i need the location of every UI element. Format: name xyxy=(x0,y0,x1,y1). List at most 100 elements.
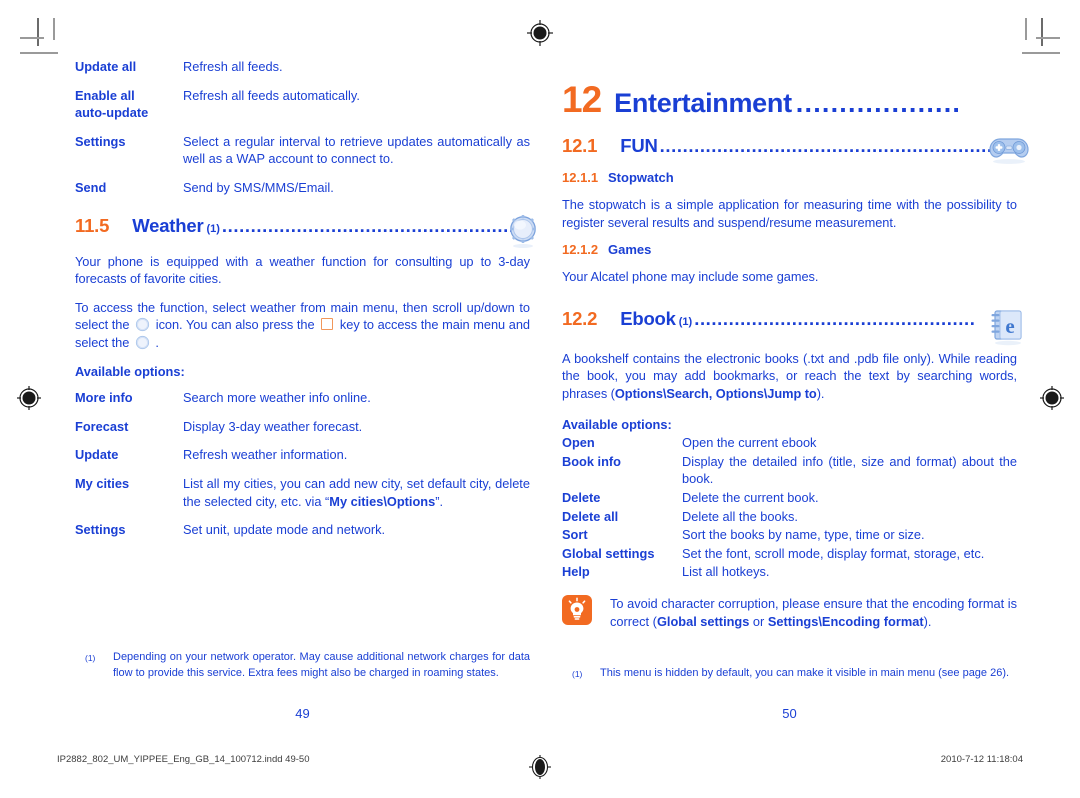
crop-mark-tr-v xyxy=(1041,18,1043,46)
tip-callout: To avoid character corruption, please en… xyxy=(562,594,1017,630)
registration-target-icon-bottom xyxy=(527,754,553,780)
tip-text-part2: ). xyxy=(923,613,932,629)
option-description: Select a regular interval to retrieve up… xyxy=(183,133,530,167)
option-term: Global settings xyxy=(562,545,655,561)
left-page: Update all Refresh all feeds. Enable all… xyxy=(75,58,536,726)
subsection-title: Games xyxy=(608,242,652,258)
ebook-text-part2: ). xyxy=(816,385,825,401)
footnote-right: (1) This menu is hidden by default, you … xyxy=(572,666,1017,683)
subsection-heading-stopwatch: 12.1.1 Stopwatch xyxy=(562,170,1017,185)
section-title: Weather xyxy=(132,214,204,236)
weather-access-paragraph: To access the function, select weather f… xyxy=(75,299,530,352)
chapter-dot-leader: ................... xyxy=(795,88,962,118)
option-description: Delete the current book. xyxy=(682,489,819,505)
option-row: Enable all auto-update Refresh all feeds … xyxy=(75,87,530,122)
ebook-icon: e xyxy=(985,308,1027,345)
weather-sun-icon-inline-1 xyxy=(135,317,150,332)
section-heading-fun: 12.1 FUN ...............................… xyxy=(562,135,1029,164)
production-timestamp: 2010-7-12 11:18:04 xyxy=(940,754,1023,765)
menu-key-icon xyxy=(321,318,334,331)
option-term: Settings xyxy=(75,133,126,149)
registration-target-icon-top xyxy=(527,20,553,46)
option-term: Delete all xyxy=(562,508,619,524)
option-row: Update Refresh weather information. xyxy=(75,446,530,464)
option-row: Sort Sort the books by name, type, time … xyxy=(562,526,1017,544)
option-term: Forecast xyxy=(75,418,129,434)
access-text-part4: . xyxy=(155,334,159,350)
crop-mark-tl-v xyxy=(37,18,39,46)
option-term: Update all xyxy=(75,59,137,74)
option-description: Set unit, update mode and network. xyxy=(183,522,386,538)
option-row: Forecast Display 3-day weather forecast. xyxy=(75,418,530,436)
option-description: Open the current ebook xyxy=(682,435,817,451)
option-row: Send Send by SMS/MMS/Email. xyxy=(75,179,530,197)
available-options-label-right: Available options: xyxy=(562,416,672,432)
option-description: Delete all the books. xyxy=(682,508,798,524)
subsection-heading-games: 12.1.2 Games xyxy=(562,242,1017,257)
section-number: 12.2 xyxy=(562,307,598,329)
footnote-left: (1) Depending on your network operator. … xyxy=(85,650,530,681)
option-description: Refresh weather information. xyxy=(183,447,348,463)
production-filename: IP2882_802_UM_YIPPEE_Eng_GB_14_100712.in… xyxy=(57,754,310,765)
registration-target-icon-left xyxy=(16,385,42,411)
registration-target-icon-right xyxy=(1039,385,1065,411)
option-row: Delete Delete the current book. xyxy=(562,489,1017,507)
option-row: Open Open the current ebook xyxy=(562,434,1017,452)
option-row: Global settings Set the font, scroll mod… xyxy=(562,545,1017,563)
option-description: Display 3-day weather forecast. xyxy=(183,418,363,434)
production-footer: IP2882_802_UM_YIPPEE_Eng_GB_14_100712.in… xyxy=(0,742,1080,798)
crop-mark-tl-h xyxy=(20,37,44,39)
weather-intro-paragraph: Your phone is equipped with a weather fu… xyxy=(75,253,530,287)
page-number-left: 49 xyxy=(295,706,310,721)
section-title: Ebook xyxy=(620,307,676,329)
option-description: Send by SMS/MMS/Email. xyxy=(183,179,334,195)
option-term: Help xyxy=(562,564,590,580)
crop-mark-tr-v2 xyxy=(1025,18,1027,40)
options-list-feeds: Update all Refresh all feeds. Enable all… xyxy=(75,58,530,197)
available-options-label-left: Available options: xyxy=(75,363,185,379)
option-description: Search more weather info online. xyxy=(183,390,371,406)
footnote-text: This menu is hidden by default, you can … xyxy=(600,667,1010,679)
subsection-number: 12.1.2 xyxy=(562,242,599,258)
crop-mark-tl-h2 xyxy=(20,52,58,54)
option-description: Refresh all feeds. xyxy=(183,59,283,74)
option-row: Update all Refresh all feeds. xyxy=(75,58,530,76)
option-row: My cities List all my cities, you can ad… xyxy=(75,475,530,510)
games-paragraph: Your Alcatel phone may include some game… xyxy=(562,269,819,285)
footnote-text: Depending on your network operator. May … xyxy=(113,651,530,679)
section-heading-weather: 11.5 Weather (1) .......................… xyxy=(75,214,536,248)
subsection-title: Stopwatch xyxy=(608,170,674,185)
chapter-number: 12 xyxy=(562,79,602,120)
heading-dot-leader: ........................................… xyxy=(659,135,1016,156)
option-term: Settings xyxy=(75,522,126,538)
option-row: Book info Display the detailed info (tit… xyxy=(562,453,1017,488)
option-term: Delete xyxy=(562,489,601,505)
tip-bold-2: Settings\Encoding format xyxy=(767,613,924,629)
page-number-right: 50 xyxy=(782,706,797,721)
footnote-marker: (1) xyxy=(85,653,96,663)
weather-sun-icon-inline-2 xyxy=(135,335,150,350)
ebook-intro-paragraph: A bookshelf contains the electronic book… xyxy=(562,350,1017,403)
right-page: 12 Entertainment ................... 12.… xyxy=(562,58,1029,726)
option-description: Refresh all feeds automatically. xyxy=(183,87,360,103)
subsection-number: 12.1.1 xyxy=(562,170,599,185)
gamepad-icon xyxy=(987,132,1029,168)
option-description: Sort the books by name, type, time or si… xyxy=(682,527,925,543)
option-description: Set the font, scroll mode, display forma… xyxy=(682,545,985,561)
option-term: Send xyxy=(75,179,107,195)
stopwatch-paragraph: The stopwatch is a simple application fo… xyxy=(562,197,1017,230)
option-term: Update xyxy=(75,447,119,463)
section-number: 11.5 xyxy=(75,214,110,236)
section-footnote-marker: (1) xyxy=(206,222,220,235)
option-description: List all my cities, you can add new city… xyxy=(183,475,530,509)
option-row: Delete all Delete all the books. xyxy=(562,508,1017,526)
option-description: List all hotkeys. xyxy=(682,564,770,580)
tip-bold-1: Global settings xyxy=(656,613,750,629)
crop-mark-tl-v2 xyxy=(53,18,55,40)
crop-mark-tr-h2 xyxy=(1022,52,1060,54)
access-text-part2: icon. You can also press the xyxy=(155,317,315,333)
ebook-menu-path: Options\Search, Options\Jump to xyxy=(614,385,817,401)
option-row: Settings Set unit, update mode and netwo… xyxy=(75,521,530,539)
option-term: Sort xyxy=(562,527,588,543)
footnote-marker: (1) xyxy=(572,669,583,679)
